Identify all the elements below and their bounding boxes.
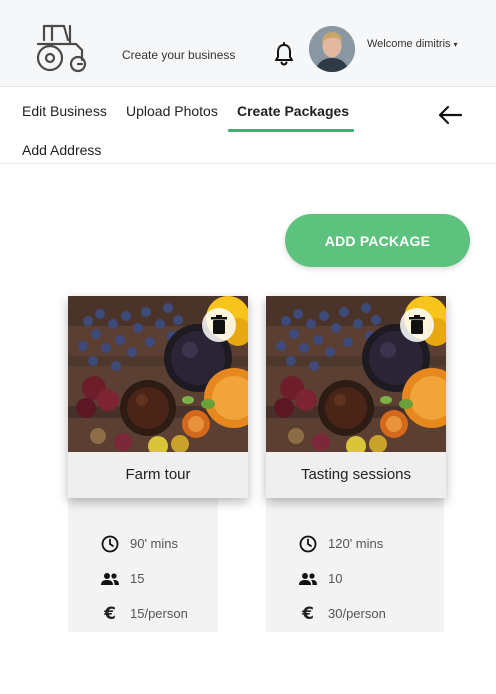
package-duration: 120' mins: [266, 526, 444, 561]
tab-edit-business[interactable]: Edit Business: [22, 103, 107, 119]
duration-value: 120' mins: [328, 536, 384, 551]
package-price: € 30/person: [266, 596, 444, 631]
price-value: 30/person: [328, 606, 386, 621]
people-icon: [100, 570, 120, 588]
people-value: 10: [328, 571, 343, 586]
avatar[interactable]: [309, 26, 355, 72]
package-details: 90' mins 15 € 15/person: [68, 498, 218, 632]
tab-create-packages[interactable]: Create Packages: [237, 103, 349, 119]
price-value: 15/person: [130, 606, 188, 621]
user-menu[interactable]: Welcome dimitris ▾: [367, 38, 458, 50]
arrow-left-icon[interactable]: [436, 103, 464, 127]
package-duration: 90' mins: [68, 526, 218, 561]
trash-icon[interactable]: [202, 308, 236, 342]
clock-icon: [100, 535, 120, 553]
package-card-header: Tasting sessions: [266, 296, 446, 498]
add-package-button[interactable]: ADD PACKAGE: [285, 214, 470, 267]
package-people: 10: [266, 561, 444, 596]
euro-icon: €: [302, 603, 314, 624]
package-card[interactable]: Tasting sessions 120' mins 10 € 30/perso…: [266, 296, 446, 632]
active-tab-indicator: [228, 129, 354, 132]
package-card-header: Farm tour: [68, 296, 248, 498]
package-people: 15: [68, 561, 218, 596]
bell-icon[interactable]: [273, 42, 295, 66]
people-icon: [298, 570, 318, 588]
package-price: € 15/person: [68, 596, 218, 631]
chevron-down-icon: ▾: [453, 40, 458, 49]
trash-icon[interactable]: [400, 308, 434, 342]
tab-bar: Edit Business Upload Photos Create Packa…: [0, 88, 496, 164]
tractor-icon[interactable]: [30, 20, 92, 74]
clock-icon: [298, 535, 318, 553]
top-header: Create your business Welcome dimitris ▾: [0, 0, 496, 87]
tab-add-address[interactable]: Add Address: [22, 142, 101, 158]
euro-icon: €: [104, 603, 116, 624]
package-title: Tasting sessions: [266, 452, 446, 498]
package-card[interactable]: Farm tour 90' mins 15 € 15/person: [68, 296, 248, 632]
duration-value: 90' mins: [130, 536, 179, 551]
create-business-link[interactable]: Create your business: [122, 48, 235, 62]
people-value: 15: [130, 571, 145, 586]
tab-upload-photos[interactable]: Upload Photos: [126, 103, 218, 119]
package-title: Farm tour: [68, 452, 248, 498]
welcome-text: Welcome dimitris: [367, 38, 451, 50]
package-details: 120' mins 10 € 30/person: [266, 498, 444, 632]
